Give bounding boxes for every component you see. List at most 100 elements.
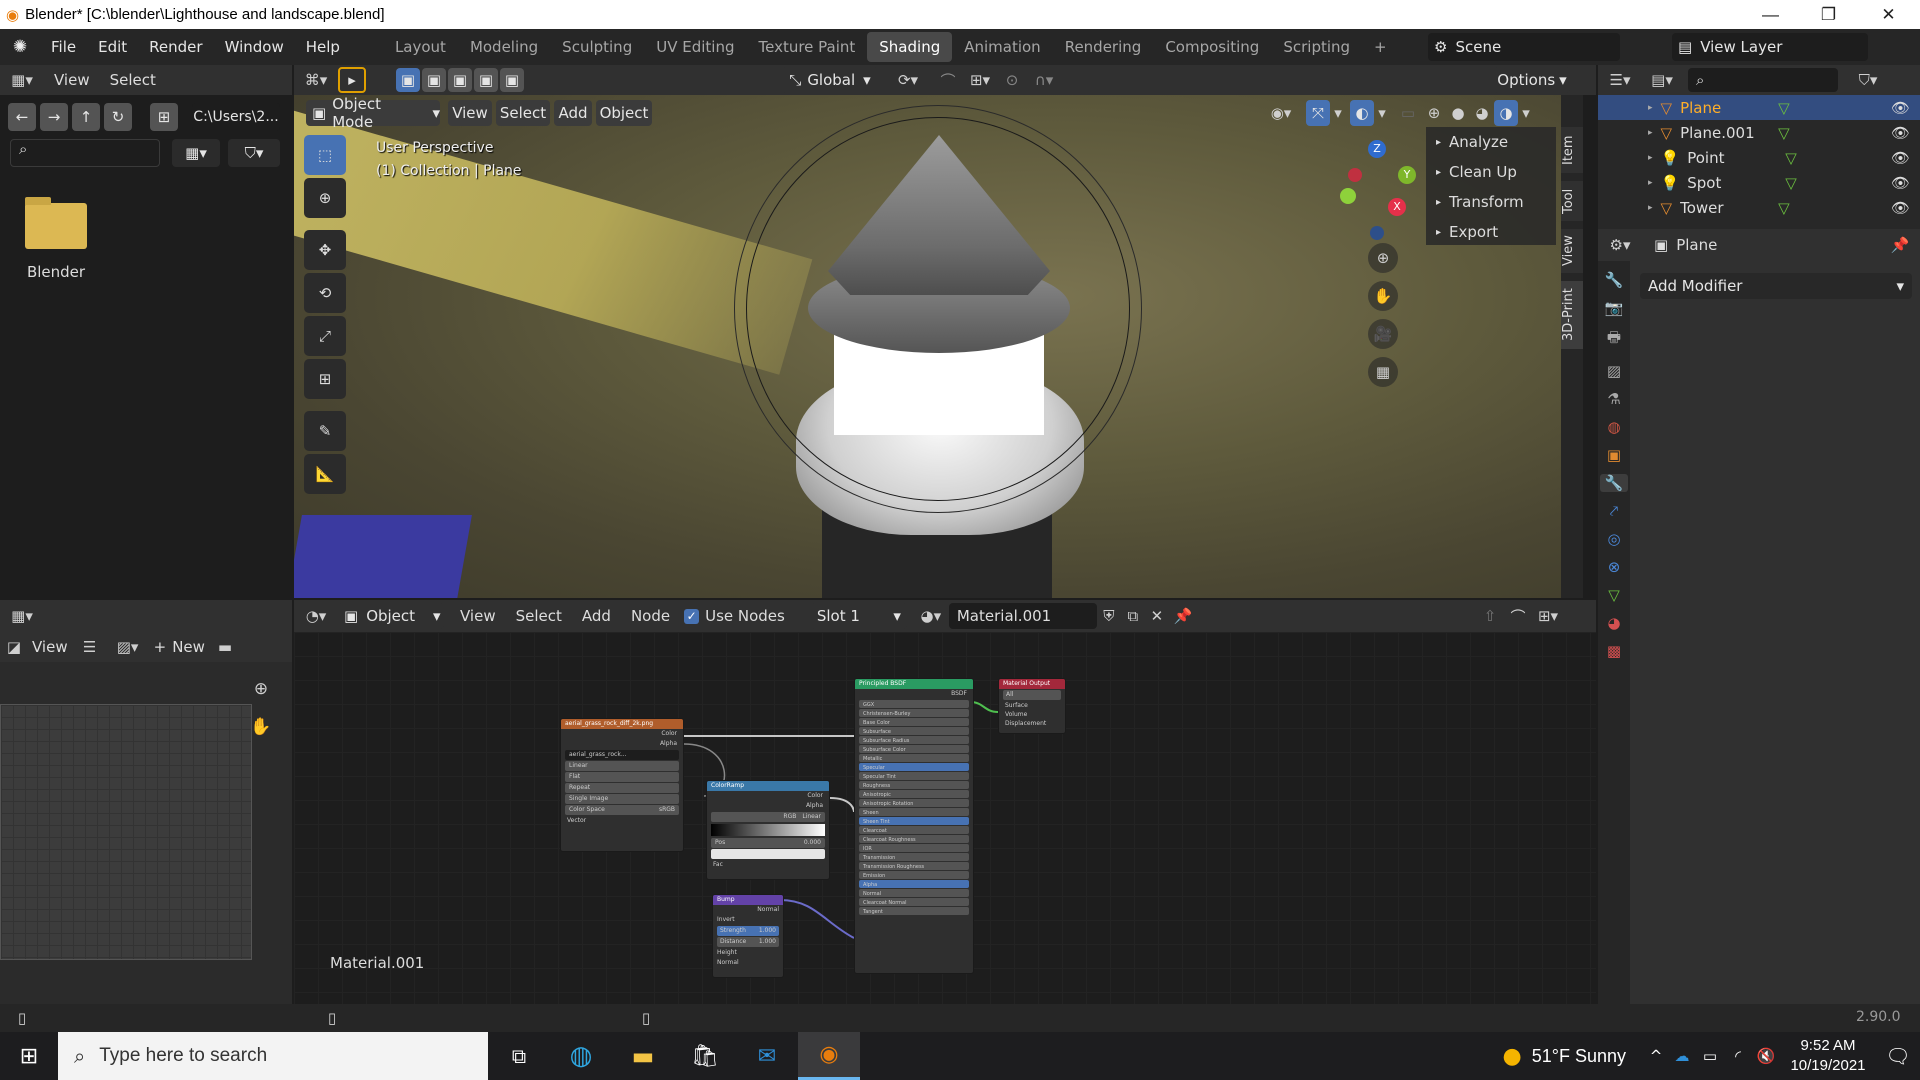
editor-type-icon[interactable]: ▦▾ — [0, 607, 44, 625]
wifi-icon[interactable]: ◜ — [1724, 1047, 1752, 1065]
shading-dropdown-icon[interactable]: ▾ — [1518, 100, 1534, 126]
windows-start-icon[interactable]: ⊞ — [0, 1032, 58, 1080]
tab-sculpting[interactable]: Sculpting — [550, 32, 644, 62]
material-shading-icon[interactable]: ◕ — [1470, 100, 1494, 126]
ramp-color-swatch[interactable] — [711, 849, 825, 859]
bsdf-field[interactable]: Subsurface — [859, 727, 969, 735]
bsdf-field[interactable]: Roughness — [859, 781, 969, 789]
visibility-icon[interactable]: ◉▾ — [1264, 100, 1298, 126]
outliner-item[interactable]: ▸ ▽ Tower ▽ 👁 — [1598, 195, 1920, 220]
material-output-node[interactable]: Material Output All Surface Volume Displ… — [998, 678, 1066, 734]
pan-hand-icon[interactable]: ✋ — [1368, 281, 1398, 311]
texture-properties-icon[interactable]: ▩ — [1607, 642, 1621, 660]
material-browse-icon[interactable]: ◕▾ — [913, 607, 949, 625]
bsdf-field[interactable]: Base Color — [859, 718, 969, 726]
bsdf-field[interactable]: Subsurface Radius — [859, 736, 969, 744]
file-view-menu[interactable]: View — [44, 71, 100, 89]
bsdf-field[interactable]: Transmission Roughness — [859, 862, 969, 870]
add-workspace-button[interactable]: + — [1362, 32, 1399, 62]
viewport-3d[interactable]: ▣ Object Mode ▾ View Select Add Object Use… — [294, 95, 1561, 598]
outliner-item[interactable]: ▸ ▽ Plane ▽ 👁 — [1598, 95, 1920, 120]
object-properties-icon[interactable]: ▣ — [1607, 446, 1621, 464]
bump-node[interactable]: Bump Normal Invert Strength 1.000 Distanc… — [712, 894, 784, 978]
add-modifier-dropdown[interactable]: Add Modifier ▾ — [1640, 273, 1912, 299]
falloff-icon[interactable]: ∩▾ — [1026, 67, 1062, 93]
menu-render[interactable]: Render — [138, 38, 213, 56]
snap-target-icon[interactable]: ⊞▾ — [962, 67, 998, 93]
transform-tool-icon[interactable]: ⊞ — [304, 359, 346, 399]
select-mode-invert-icon[interactable]: ▣ — [474, 68, 498, 92]
snap-icon[interactable]: ⌒ — [936, 67, 960, 93]
gizmo-neg-z[interactable] — [1370, 226, 1384, 240]
menu-file[interactable]: File — [40, 38, 87, 56]
eye-icon[interactable]: 👁 — [1891, 174, 1910, 192]
maximize-button[interactable]: ❐ — [1800, 0, 1857, 29]
new-folder-icon[interactable]: ⊞ — [150, 103, 178, 131]
ramp-mode-row[interactable]: RGB Linear — [711, 812, 825, 822]
strength-field[interactable]: Strength 1.000 — [717, 926, 779, 936]
eye-icon[interactable]: 👁 — [1891, 149, 1910, 167]
projection-dropdown[interactable]: Flat — [565, 772, 679, 782]
zoom-icon[interactable]: ⊕ — [1368, 243, 1398, 273]
select-box-tool-icon[interactable]: ⬚ — [304, 135, 346, 175]
new-image-button[interactable]: + New — [148, 638, 211, 656]
editor-type-icon[interactable]: ◔▾ — [294, 607, 338, 625]
perspective-grid-icon[interactable]: ▦ — [1368, 357, 1398, 387]
image-grid[interactable] — [0, 704, 252, 960]
cursor-tool-icon[interactable]: ⊕ — [304, 178, 346, 218]
ramp-position-field[interactable]: Pos 0.000 — [711, 838, 825, 848]
mode-dropdown[interactable]: ▣ Object Mode ▾ — [306, 95, 440, 131]
editor-type-icon[interactable]: ☰▾ — [1598, 71, 1642, 89]
tab-rendering[interactable]: Rendering — [1053, 32, 1154, 62]
bsdf-field[interactable]: Specular Tint — [859, 772, 969, 780]
view-mode-icon[interactable]: ◪ — [0, 638, 28, 656]
node-snap-mode-icon[interactable]: ⊞▾ — [1530, 604, 1566, 628]
refresh-icon[interactable]: ↻ — [104, 103, 132, 131]
modifier-properties-icon[interactable]: 🔧 — [1600, 474, 1628, 492]
taskbar-search-box[interactable]: ⌕ Type here to search — [58, 1032, 488, 1080]
image-datablock-field[interactable]: aerial_grass_rock... — [565, 750, 679, 760]
task-view-icon[interactable]: ⧉ — [488, 1032, 550, 1080]
file-search-input[interactable]: ⌕ — [10, 139, 160, 167]
bsdf-field[interactable]: Normal — [859, 889, 969, 897]
particles-properties-icon[interactable]: ⤤ — [1610, 502, 1618, 520]
camera-icon[interactable]: 🎥 — [1368, 319, 1398, 349]
show-hidden-icons-chevron-icon[interactable]: ^ — [1644, 1047, 1668, 1065]
node-select-menu[interactable]: Select — [506, 607, 572, 625]
bsdf-field[interactable]: IOR — [859, 844, 969, 852]
measure-tool-icon[interactable]: 📐 — [304, 454, 346, 494]
options-dropdown[interactable]: Options ▾ — [1494, 67, 1570, 93]
menu-help[interactable]: Help — [295, 38, 351, 56]
gizmo-neg-x[interactable] — [1348, 168, 1362, 182]
gizmo-neg-y[interactable] — [1340, 188, 1356, 204]
gizmo-z-axis[interactable]: Z — [1368, 140, 1386, 158]
gizmo-toggle-icon[interactable]: ⤧ — [1306, 100, 1330, 126]
tab-compositing[interactable]: Compositing — [1153, 32, 1271, 62]
node-snap-icon[interactable]: ⌒ — [1506, 604, 1530, 628]
extension-dropdown[interactable]: Repeat — [565, 783, 679, 793]
solid-shading-icon[interactable]: ● — [1446, 100, 1470, 126]
tab-scripting[interactable]: Scripting — [1271, 32, 1362, 62]
scene-selector[interactable]: ⚙ Scene — [1428, 33, 1620, 61]
bsdf-field[interactable]: Clearcoat Normal — [859, 898, 969, 906]
tab-3d-print[interactable]: 3D-Print — [1561, 281, 1583, 349]
open-image-icon[interactable]: ▬ — [211, 638, 239, 656]
tab-modeling[interactable]: Modeling — [458, 32, 550, 62]
shader-type-dropdown[interactable]: ▣ Object ▾ — [338, 603, 444, 629]
annotate-tool-icon[interactable]: ✎ — [304, 411, 346, 451]
distance-field[interactable]: Distance 1.000 — [717, 937, 779, 947]
gizmo-y-axis[interactable]: Y — [1398, 166, 1416, 184]
overlay-dropdown-icon[interactable]: ▾ — [1374, 100, 1390, 126]
proportional-edit-icon[interactable]: ⊙ — [1000, 67, 1024, 93]
tab-animation[interactable]: Animation — [952, 32, 1052, 62]
bsdf-field[interactable]: Subsurface Color — [859, 745, 969, 753]
node-add-menu[interactable]: Add — [572, 607, 621, 625]
node-view-menu[interactable]: View — [450, 607, 506, 625]
outliner-search-input[interactable]: ⌕ — [1688, 68, 1838, 92]
eye-icon[interactable]: 👁 — [1891, 199, 1910, 217]
pivot-icon[interactable]: ⟳▾ — [890, 67, 926, 93]
bsdf-field[interactable]: Anisotropic Rotation — [859, 799, 969, 807]
filter-icon[interactable]: ⛉▾ — [1848, 71, 1888, 89]
path-field[interactable]: C:\Users\2... — [192, 103, 280, 131]
bsdf-field[interactable]: Sheen — [859, 808, 969, 816]
